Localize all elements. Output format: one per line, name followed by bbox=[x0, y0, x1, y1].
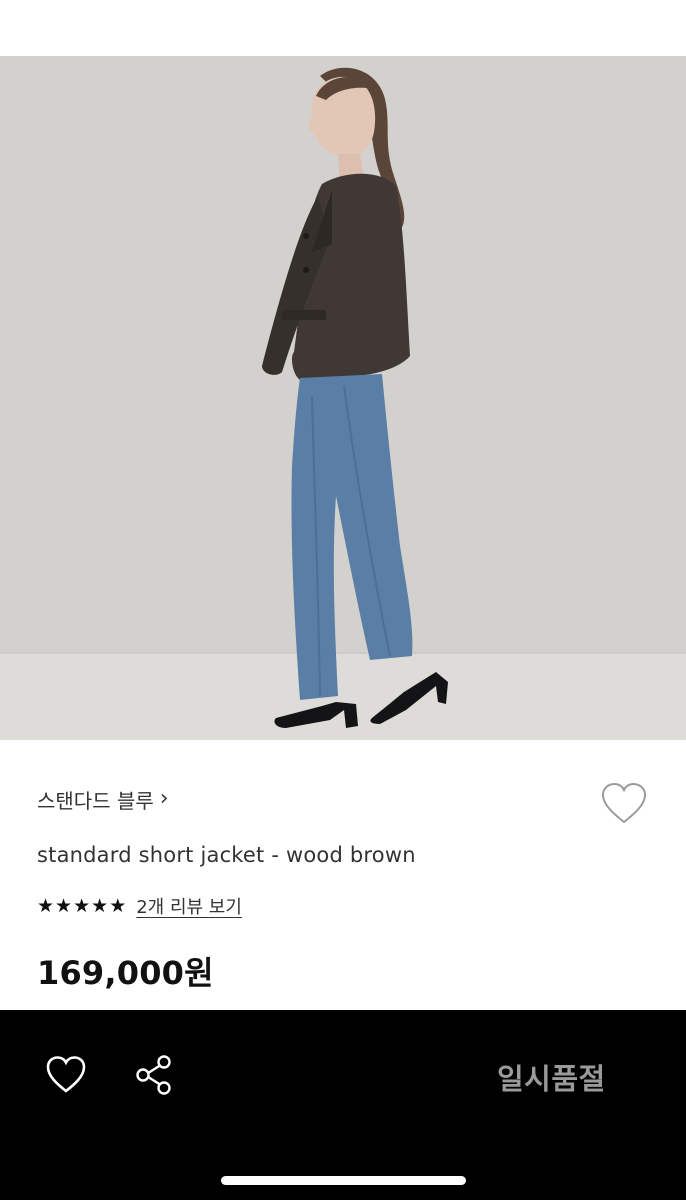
product-title: standard short jacket - wood brown bbox=[37, 843, 416, 867]
heart-outline-icon[interactable] bbox=[600, 782, 648, 826]
product-photo bbox=[0, 56, 686, 740]
product-detail-page: 스탠다드 블루 › standard short jacket - wood b… bbox=[0, 0, 686, 1200]
brand-name: 스탠다드 블루 bbox=[37, 788, 154, 813]
product-info: 스탠다드 블루 › standard short jacket - wood b… bbox=[0, 740, 686, 1010]
brand-link[interactable]: 스탠다드 블루 › bbox=[37, 786, 169, 813]
star-icon: ★ bbox=[109, 894, 127, 917]
star-icon: ★ bbox=[91, 894, 109, 917]
star-rating: ★ ★ ★ ★ ★ bbox=[37, 894, 127, 917]
bottom-action-bar: 일시품절 bbox=[0, 1010, 686, 1200]
star-icon: ★ bbox=[37, 894, 55, 917]
review-link[interactable]: 2개 리뷰 보기 bbox=[136, 893, 242, 919]
product-image[interactable] bbox=[0, 56, 686, 740]
wishlist-heart-icon[interactable] bbox=[45, 1055, 87, 1095]
share-icon[interactable] bbox=[133, 1054, 175, 1096]
rating-row: ★ ★ ★ ★ ★ 2개 리뷰 보기 bbox=[37, 893, 242, 919]
product-price: 169,000원 bbox=[37, 954, 214, 992]
sold-out-button[interactable]: 일시품절 bbox=[497, 1056, 606, 1098]
top-bar bbox=[0, 0, 686, 56]
chevron-right-icon: › bbox=[159, 786, 169, 811]
star-icon: ★ bbox=[55, 894, 73, 917]
star-icon: ★ bbox=[73, 894, 91, 917]
home-indicator[interactable] bbox=[221, 1176, 466, 1185]
